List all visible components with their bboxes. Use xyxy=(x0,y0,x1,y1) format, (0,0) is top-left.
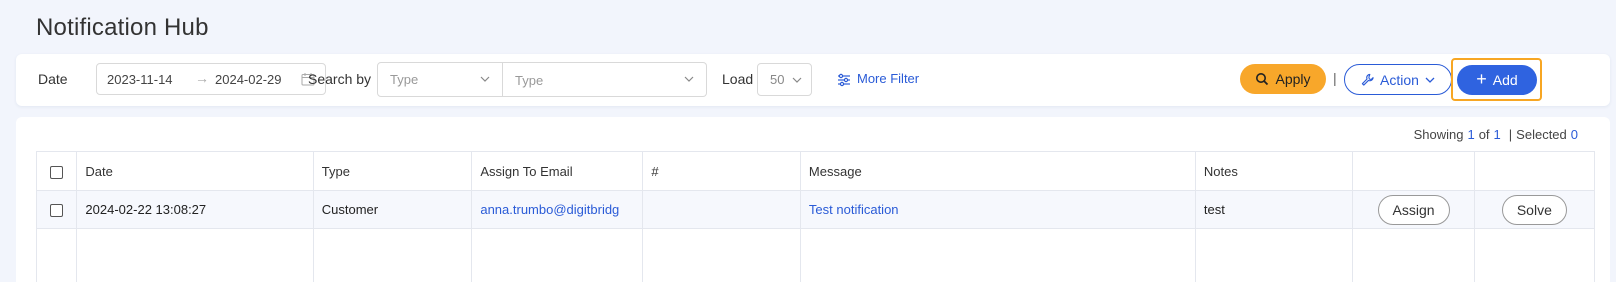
row-select-cell[interactable] xyxy=(35,190,78,229)
of-label: of xyxy=(1478,127,1490,142)
add-label: Add xyxy=(1492,72,1518,88)
column-header-assign-action xyxy=(1352,151,1475,191)
chevron-down-icon xyxy=(1425,77,1435,83)
add-button[interactable]: + Add xyxy=(1457,65,1537,95)
arrow-right-icon: → xyxy=(195,70,209,86)
table-empty-space xyxy=(35,228,1596,282)
apply-button[interactable]: Apply xyxy=(1240,64,1326,94)
selected-count: 0 xyxy=(1570,127,1578,142)
cell-assign: Assign xyxy=(1352,190,1475,229)
page-total: 1 xyxy=(1493,127,1501,142)
notifications-table: Date Type Assign To Email # Message Note… xyxy=(35,151,1596,282)
type-select[interactable]: Type xyxy=(377,62,503,97)
search-icon xyxy=(1256,73,1269,86)
column-header-assign-email[interactable]: Assign To Email xyxy=(471,151,644,191)
cell-type: Customer xyxy=(312,190,473,229)
date-to[interactable]: 2024-02-29 xyxy=(215,72,282,87)
status-separator: | xyxy=(1508,127,1513,142)
row-checkbox[interactable] xyxy=(50,204,64,218)
results-panel: Showing 1 of 1 | Selected 0 Date Type Assign T… xyxy=(16,117,1610,282)
load-label: Load xyxy=(722,71,754,87)
type-value-select-text: Type xyxy=(515,73,544,88)
type-value-select[interactable]: Type xyxy=(503,62,707,97)
cell-date: 2024-02-22 13:08:27 xyxy=(76,190,314,229)
filter-bar: Date 2023-11-14 → 2024-02-29 Search by T… xyxy=(16,54,1610,106)
plus-icon: + xyxy=(1476,69,1487,89)
showing-label: Showing xyxy=(1413,127,1464,142)
chevron-down-icon xyxy=(792,77,802,83)
load-select-value: 50 xyxy=(770,72,785,87)
more-filter-link[interactable]: More Filter xyxy=(837,71,919,87)
type-select-value: Type xyxy=(390,72,419,87)
wrench-icon xyxy=(1361,73,1374,86)
solve-button[interactable]: Solve xyxy=(1501,194,1567,225)
sliders-icon xyxy=(838,73,850,86)
select-all-checkbox[interactable] xyxy=(50,165,64,179)
search-by-label: Search by xyxy=(308,71,372,87)
cell-number xyxy=(642,190,801,229)
apply-label: Apply xyxy=(1275,71,1311,87)
date-range-picker[interactable]: 2023-11-14 → 2024-02-29 xyxy=(96,63,326,95)
chevron-down-icon xyxy=(684,76,694,82)
column-header-notes[interactable]: Notes xyxy=(1194,151,1354,191)
action-button[interactable]: Action xyxy=(1344,64,1452,95)
cell-notes: test xyxy=(1194,190,1354,229)
page-current: 1 xyxy=(1467,127,1475,142)
date-from[interactable]: 2023-11-14 xyxy=(107,72,173,87)
action-label: Action xyxy=(1380,71,1419,88)
cell-email-link[interactable]: anna.trumbo@digitbridg xyxy=(471,190,644,229)
selected-label: Selected xyxy=(1516,127,1567,142)
date-label: Date xyxy=(38,71,68,87)
column-header-solve-action xyxy=(1473,151,1596,191)
table-header-row: Date Type Assign To Email # Message Note… xyxy=(35,151,1596,191)
toolbar-separator: | xyxy=(1333,70,1337,86)
table-row[interactable]: 2024-02-22 13:08:27 Customer anna.trumbo… xyxy=(35,190,1596,229)
pagination-status: Showing 1 of 1 | Selected 0 xyxy=(1414,127,1582,142)
assign-button[interactable]: Assign xyxy=(1377,194,1450,225)
select-all-cell[interactable] xyxy=(35,151,78,191)
more-filter-label: More Filter xyxy=(857,71,920,86)
cell-message-link[interactable]: Test notification xyxy=(799,190,1196,229)
page-title: Notification Hub xyxy=(36,14,209,41)
column-header-message[interactable]: Message xyxy=(799,151,1196,191)
cell-solve: Solve xyxy=(1473,190,1596,229)
column-header-type[interactable]: Type xyxy=(312,151,473,191)
column-header-number[interactable]: # xyxy=(642,151,801,191)
load-select[interactable]: 50 xyxy=(757,63,812,96)
chevron-down-icon xyxy=(480,76,490,82)
column-header-date[interactable]: Date xyxy=(76,151,314,191)
